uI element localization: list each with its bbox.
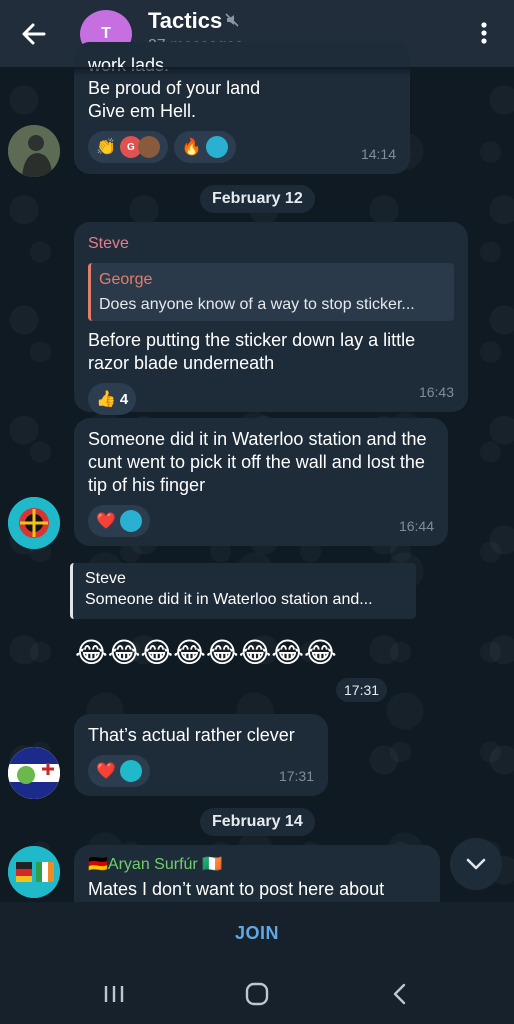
message-bubble[interactable]: Steve George Does anyone know of a way t…	[74, 222, 468, 415]
recent-apps-icon[interactable]	[103, 984, 125, 1009]
home-icon[interactable]	[245, 982, 269, 1011]
message-bubble[interactable]: Someone did it in Waterloo station and t…	[74, 418, 448, 546]
message-time: 16:43	[418, 384, 454, 400]
message-text: Someone did it in Waterloo station and t…	[88, 429, 427, 495]
system-nav-bar	[0, 964, 514, 1024]
chat-title[interactable]: Tactics	[148, 8, 222, 34]
message-time: 14:14	[360, 146, 396, 162]
reaction-clap[interactable]: 👏 G	[88, 131, 168, 163]
message-text: That’s actual rather clever	[88, 725, 295, 745]
reply-sender: Steve	[85, 570, 126, 587]
reactor-avatar	[119, 510, 142, 532]
message-text: Before putting the sticker down lay a li…	[88, 330, 416, 373]
reaction-heart[interactable]: ❤️	[88, 505, 150, 537]
message-bubble[interactable]: That’s actual rather clever ❤️ 17:31	[74, 714, 328, 796]
back-nav-icon[interactable]	[392, 983, 408, 1010]
reactor-avatar	[119, 760, 142, 782]
heart-emoji: ❤️	[96, 512, 116, 530]
reply-text: Someone did it in Waterloo station and..…	[85, 591, 373, 608]
reply-sender: George	[99, 271, 153, 288]
fire-emoji: 🔥	[181, 138, 202, 156]
message-bubble[interactable]: 🇩🇪Aryan Surfúr 🇮🇪 Mates I don’t want to …	[74, 845, 440, 902]
group-avatar-letter: T	[101, 25, 111, 42]
reactions: ❤️	[88, 505, 434, 537]
reactor-avatar	[205, 136, 228, 158]
reactor-avatar	[137, 136, 160, 158]
sender-name[interactable]: Steve	[88, 232, 454, 255]
heart-emoji: ❤️	[96, 762, 116, 780]
reactions: 👏 G 🔥	[88, 131, 396, 163]
reaction-heart[interactable]: ❤️	[88, 755, 150, 787]
muted-speaker-icon	[225, 13, 239, 32]
header-shadow	[0, 67, 514, 76]
more-options-icon[interactable]	[476, 20, 492, 46]
reaction-fire[interactable]: 🔥	[173, 131, 236, 163]
message-time: 17:31	[278, 768, 314, 784]
reply-preview[interactable]: Steve Someone did it in Waterloo station…	[70, 563, 416, 619]
user-avatar[interactable]	[8, 497, 60, 549]
reply-text: Does anyone know of a way to stop sticke…	[99, 296, 415, 313]
message-text-line: Give em Hell.	[88, 101, 197, 121]
clap-emoji: 👏	[96, 138, 116, 156]
thumbs-up-emoji: 👍	[96, 390, 116, 408]
reaction-count: 4	[119, 390, 129, 408]
chevron-down-icon	[466, 858, 486, 870]
sender-name[interactable]: 🇩🇪Aryan Surfúr 🇮🇪	[88, 853, 426, 876]
reaction-thumbs-up[interactable]: 👍 4	[88, 383, 137, 415]
message-time: 17:31	[336, 678, 388, 702]
message-bubble[interactable]: work lads. Be proud of your land Give em…	[74, 42, 410, 174]
message-text-line: Be proud of your land	[88, 78, 261, 98]
user-avatar[interactable]	[8, 846, 60, 898]
user-avatar[interactable]	[8, 747, 60, 799]
user-avatar[interactable]	[8, 125, 60, 177]
date-separator: February 14	[200, 808, 315, 836]
date-separator: February 12	[200, 185, 315, 213]
join-button[interactable]: JOIN	[235, 923, 279, 944]
join-bar: JOIN	[0, 902, 514, 964]
message-time: 16:44	[398, 518, 434, 534]
emoji-message[interactable]: 😂😂😂😂😂😂😂😂	[75, 636, 337, 669]
scroll-down-button[interactable]	[450, 838, 502, 890]
back-arrow-icon[interactable]	[20, 20, 48, 48]
reactions: 👍 4	[88, 383, 454, 415]
reply-quote[interactable]: George Does anyone know of a way to stop…	[88, 263, 454, 321]
message-text: Mates I don’t want to post here about	[88, 879, 385, 899]
